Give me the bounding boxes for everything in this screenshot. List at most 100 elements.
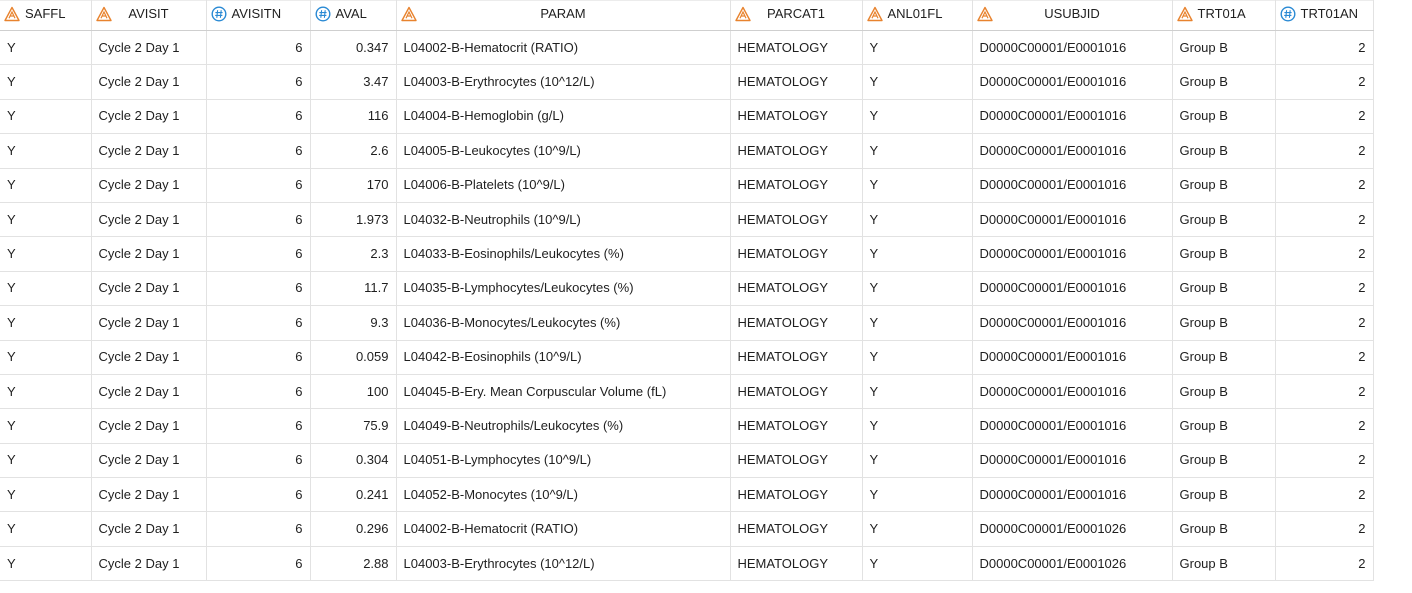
cell-trt01a[interactable]: Group B [1172, 133, 1276, 169]
cell-trt01an[interactable]: 2 [1275, 202, 1374, 238]
cell-usubjid[interactable]: D0000C00001/E0001016 [972, 133, 1173, 169]
cell-aval[interactable]: 75.9 [310, 408, 397, 444]
cell-param[interactable]: L04006-B-Platelets (10^9/L) [396, 168, 731, 203]
cell-aval[interactable]: 0.304 [310, 443, 397, 479]
cell-trt01a[interactable]: Group B [1172, 477, 1276, 513]
cell-avisit[interactable]: Cycle 2 Day 1 [91, 305, 207, 341]
cell-trt01an[interactable]: 2 [1275, 99, 1374, 135]
cell-avisit[interactable]: Cycle 2 Day 1 [91, 408, 207, 444]
table-row[interactable]: Y Cycle 2 Day 1 6 11.7 L04035-B-Lymphocytes/… [0, 271, 1374, 307]
cell-param[interactable]: L04002-B-Hematocrit (RATIO) [396, 30, 731, 66]
cell-avisit[interactable]: Cycle 2 Day 1 [91, 236, 207, 272]
cell-avisit[interactable]: Cycle 2 Day 1 [91, 546, 207, 582]
cell-avisitn[interactable]: 6 [206, 271, 311, 307]
cell-usubjid[interactable]: D0000C00001/E0001016 [972, 30, 1173, 66]
cell-avisitn[interactable]: 6 [206, 374, 311, 410]
cell-trt01a[interactable]: Group B [1172, 340, 1276, 375]
cell-avisit[interactable]: Cycle 2 Day 1 [91, 443, 207, 479]
cell-usubjid[interactable]: D0000C00001/E0001016 [972, 305, 1173, 341]
cell-anl01fl[interactable]: Y [862, 30, 973, 66]
cell-parcat1[interactable]: HEMATOLOGY [730, 305, 863, 341]
cell-anl01fl[interactable]: Y [862, 340, 973, 375]
cell-trt01an[interactable]: 2 [1275, 340, 1374, 375]
cell-anl01fl[interactable]: Y [862, 305, 973, 341]
cell-parcat1[interactable]: HEMATOLOGY [730, 511, 863, 547]
cell-parcat1[interactable]: HEMATOLOGY [730, 408, 863, 444]
cell-aval[interactable]: 9.3 [310, 305, 397, 341]
cell-avisit[interactable]: Cycle 2 Day 1 [91, 133, 207, 169]
table-row[interactable]: Y Cycle 2 Day 1 6 0.241 L04052-B-Monocytes (… [0, 477, 1374, 513]
cell-anl01fl[interactable]: Y [862, 168, 973, 203]
cell-trt01a[interactable]: Group B [1172, 443, 1276, 479]
cell-trt01an[interactable]: 2 [1275, 168, 1374, 203]
cell-saffl[interactable]: Y [0, 168, 92, 203]
cell-avisit[interactable]: Cycle 2 Day 1 [91, 340, 207, 375]
cell-parcat1[interactable]: HEMATOLOGY [730, 271, 863, 307]
cell-saffl[interactable]: Y [0, 546, 92, 582]
cell-parcat1[interactable]: HEMATOLOGY [730, 443, 863, 479]
table-row[interactable]: Y Cycle 2 Day 1 6 2.88 L04003-B-Erythrocytes… [0, 546, 1374, 582]
cell-anl01fl[interactable]: Y [862, 546, 973, 582]
cell-parcat1[interactable]: HEMATOLOGY [730, 99, 863, 135]
cell-trt01an[interactable]: 2 [1275, 443, 1374, 479]
cell-aval[interactable]: 1.973 [310, 202, 397, 238]
table-row[interactable]: Y Cycle 2 Day 1 6 0.347 L04002-B-Hematocrit … [0, 30, 1374, 66]
cell-anl01fl[interactable]: Y [862, 443, 973, 479]
cell-saffl[interactable]: Y [0, 477, 92, 513]
cell-saffl[interactable]: Y [0, 408, 92, 444]
cell-trt01a[interactable]: Group B [1172, 511, 1276, 547]
cell-trt01a[interactable]: Group B [1172, 30, 1276, 66]
cell-param[interactable]: L04042-B-Eosinophils (10^9/L) [396, 340, 731, 375]
cell-anl01fl[interactable]: Y [862, 271, 973, 307]
cell-aval[interactable]: 2.6 [310, 133, 397, 169]
cell-avisit[interactable]: Cycle 2 Day 1 [91, 30, 207, 66]
cell-trt01an[interactable]: 2 [1275, 546, 1374, 582]
cell-avisitn[interactable]: 6 [206, 202, 311, 238]
cell-trt01an[interactable]: 2 [1275, 64, 1374, 100]
cell-param[interactable]: L04051-B-Lymphocytes (10^9/L) [396, 443, 731, 479]
cell-parcat1[interactable]: HEMATOLOGY [730, 202, 863, 238]
cell-anl01fl[interactable]: Y [862, 99, 973, 135]
cell-param[interactable]: L04035-B-Lymphocytes/Leukocytes (%) [396, 271, 731, 307]
cell-trt01an[interactable]: 2 [1275, 305, 1374, 341]
cell-parcat1[interactable]: HEMATOLOGY [730, 133, 863, 169]
table-row[interactable]: Y Cycle 2 Day 1 6 116 L04004-B-Hemoglobin (g… [0, 99, 1374, 135]
cell-saffl[interactable]: Y [0, 374, 92, 410]
cell-avisit[interactable]: Cycle 2 Day 1 [91, 168, 207, 203]
cell-parcat1[interactable]: HEMATOLOGY [730, 64, 863, 100]
cell-anl01fl[interactable]: Y [862, 477, 973, 513]
cell-trt01a[interactable]: Group B [1172, 64, 1276, 100]
column-header-aval[interactable]: AVAL [310, 0, 397, 31]
cell-param[interactable]: L04045-B-Ery. Mean Corpuscular Volume (f… [396, 374, 731, 410]
cell-avisitn[interactable]: 6 [206, 99, 311, 135]
table-row[interactable]: Y Cycle 2 Day 1 6 100 L04045-B-Ery. Mean Cor… [0, 374, 1374, 410]
cell-parcat1[interactable]: HEMATOLOGY [730, 30, 863, 66]
cell-trt01a[interactable]: Group B [1172, 99, 1276, 135]
cell-avisitn[interactable]: 6 [206, 546, 311, 582]
column-header-avisit[interactable]: AVISIT [91, 0, 207, 31]
cell-usubjid[interactable]: D0000C00001/E0001026 [972, 546, 1173, 582]
cell-saffl[interactable]: Y [0, 443, 92, 479]
cell-avisitn[interactable]: 6 [206, 30, 311, 66]
cell-avisitn[interactable]: 6 [206, 133, 311, 169]
cell-aval[interactable]: 3.47 [310, 64, 397, 100]
cell-parcat1[interactable]: HEMATOLOGY [730, 168, 863, 203]
cell-usubjid[interactable]: D0000C00001/E0001016 [972, 168, 1173, 203]
cell-usubjid[interactable]: D0000C00001/E0001016 [972, 374, 1173, 410]
cell-trt01a[interactable]: Group B [1172, 408, 1276, 444]
cell-trt01an[interactable]: 2 [1275, 477, 1374, 513]
cell-anl01fl[interactable]: Y [862, 408, 973, 444]
cell-avisit[interactable]: Cycle 2 Day 1 [91, 477, 207, 513]
cell-avisitn[interactable]: 6 [206, 168, 311, 203]
cell-trt01an[interactable]: 2 [1275, 133, 1374, 169]
table-row[interactable]: Y Cycle 2 Day 1 6 75.9 L04049-B-Neutrophils/… [0, 408, 1374, 444]
cell-param[interactable]: L04036-B-Monocytes/Leukocytes (%) [396, 305, 731, 341]
cell-trt01a[interactable]: Group B [1172, 168, 1276, 203]
cell-aval[interactable]: 170 [310, 168, 397, 203]
cell-parcat1[interactable]: HEMATOLOGY [730, 340, 863, 375]
column-header-avisitn[interactable]: AVISITN [206, 0, 311, 31]
cell-aval[interactable]: 116 [310, 99, 397, 135]
cell-anl01fl[interactable]: Y [862, 64, 973, 100]
column-header-trt01an[interactable]: TRT01AN [1275, 0, 1374, 31]
cell-trt01an[interactable]: 2 [1275, 30, 1374, 66]
